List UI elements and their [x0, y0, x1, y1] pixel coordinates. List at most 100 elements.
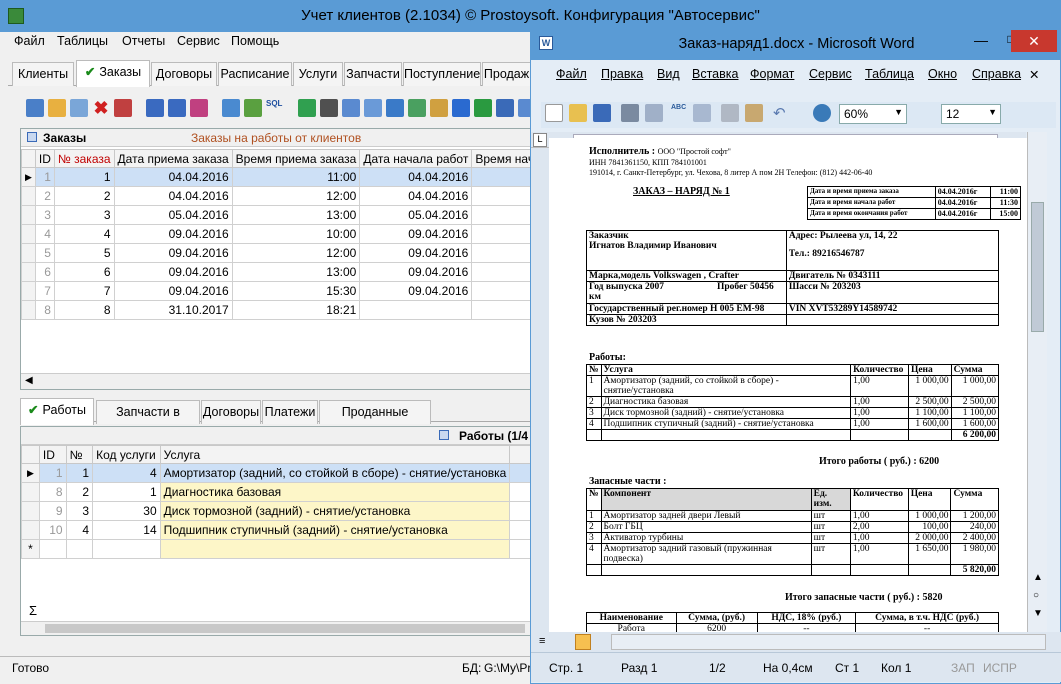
tab-parts[interactable]: Запчасти: [344, 62, 402, 86]
cell-start-date[interactable]: 09.04.2016: [359, 243, 473, 263]
zoom-select[interactable]: 60% ▼: [839, 104, 907, 124]
table-row[interactable]: 10 4 14 Подшипник ступичный (задний) - снят…: [21, 520, 539, 540]
word-menu-edit[interactable]: Правка: [601, 67, 643, 81]
cell-service-code[interactable]: 30: [92, 501, 161, 521]
new-record-icon[interactable]: [26, 99, 44, 117]
refresh-icon[interactable]: [298, 99, 316, 117]
word-menu-view[interactable]: Вид: [657, 67, 680, 81]
cell-service-code[interactable]: 14: [92, 520, 161, 540]
cell-order-time[interactable]: 15:30: [231, 281, 361, 301]
cell-order-date[interactable]: 04.04.2016: [113, 167, 233, 187]
delete-icon[interactable]: ✖: [92, 99, 110, 117]
cell-order-date[interactable]: 09.04.2016: [113, 281, 233, 301]
paste-icon[interactable]: [745, 104, 763, 122]
filter-icon[interactable]: [146, 99, 164, 117]
menu-help[interactable]: Помощь: [231, 34, 279, 48]
row-indicator[interactable]: [21, 520, 40, 540]
cell-start-date[interactable]: 09.04.2016: [359, 281, 473, 301]
cell-service-code[interactable]: 4: [92, 463, 161, 483]
menu-file[interactable]: Файл: [14, 34, 45, 48]
works-grid[interactable]: ID № Код услуги Услуга ▶ 1 1 4 Амортизатор (…: [21, 445, 539, 559]
open-icon[interactable]: [569, 104, 587, 122]
cell-order-no[interactable]: 1: [53, 167, 115, 187]
cell-start-date[interactable]: [359, 300, 473, 320]
row-indicator[interactable]: [21, 281, 36, 301]
word-menu-table[interactable]: Таблица: [865, 67, 914, 81]
table-row[interactable]: 7 7 09.04.2016 15:30 09.04.2016: [21, 281, 552, 301]
cell-id[interactable]: 3: [34, 205, 55, 225]
cell-service[interactable]: Диск тормозной (задний) - снятие/установ…: [159, 501, 511, 521]
word-menu-format[interactable]: Формат: [750, 67, 794, 81]
cell-service[interactable]: Диагностика базовая: [159, 482, 511, 502]
col-service-code[interactable]: Код услуги: [92, 445, 161, 464]
cell-service[interactable]: Подшипник ступичный (задний) - снятие/ус…: [159, 520, 511, 540]
sql-icon[interactable]: SQL: [266, 99, 284, 117]
table-row[interactable]: 8 8 31.10.2017 18:21: [21, 300, 552, 320]
cell-order-no[interactable]: 7: [53, 281, 115, 301]
tab-services[interactable]: Услуги: [293, 62, 343, 86]
cell-start-date[interactable]: 04.04.2016: [359, 186, 473, 206]
hyperlink-icon[interactable]: [813, 104, 831, 122]
tab-orders[interactable]: ✔ Заказы: [76, 60, 150, 87]
status-record[interactable]: ЗАП: [951, 661, 975, 675]
import-icon[interactable]: [408, 99, 426, 117]
cell-work-no[interactable]: 2: [65, 482, 94, 502]
find-icon[interactable]: [320, 99, 338, 117]
cell-order-time[interactable]: 12:00: [231, 186, 361, 206]
cell-order-no[interactable]: 8: [53, 300, 115, 320]
col-id[interactable]: ID: [34, 149, 55, 168]
excel-export-icon[interactable]: [474, 99, 492, 117]
cell-id[interactable]: 4: [34, 224, 55, 244]
close-doc-icon[interactable]: ✕: [1029, 67, 1039, 82]
cell-order-no[interactable]: 6: [53, 262, 115, 282]
cell-empty[interactable]: [65, 539, 94, 559]
cell-order-no[interactable]: 3: [53, 205, 115, 225]
word-menu-file[interactable]: Файл: [556, 67, 587, 81]
cell-order-time[interactable]: 13:00: [231, 205, 361, 225]
edit-icon[interactable]: [48, 99, 66, 117]
vscroll-thumb[interactable]: [1031, 202, 1044, 332]
document-page[interactable]: Исполнитель : ООО "Простой софт" ИНН 784…: [549, 138, 1027, 632]
cell-order-time[interactable]: 18:21: [231, 300, 361, 320]
cell-work-id[interactable]: 10: [38, 520, 67, 540]
table-row[interactable]: 3 3 05.04.2016 13:00 05.04.2016: [21, 205, 552, 225]
table-row[interactable]: 9 3 30 Диск тормозной (задний) - снятие/уст…: [21, 501, 539, 521]
tab-clients[interactable]: Клиенты: [12, 62, 74, 86]
col-work-no[interactable]: №: [65, 445, 94, 464]
mail-icon[interactable]: [496, 99, 514, 117]
undo-icon[interactable]: ↶: [773, 104, 791, 122]
orders-hscrollbar[interactable]: ◀: [21, 373, 537, 389]
vertical-ruler[interactable]: [531, 148, 549, 636]
cell-work-no[interactable]: 3: [65, 501, 94, 521]
delete-all-icon[interactable]: [114, 99, 132, 117]
word-menu-tools[interactable]: Сервис: [809, 67, 852, 81]
row-indicator[interactable]: [21, 501, 40, 521]
export-icon[interactable]: [386, 99, 404, 117]
row-indicator[interactable]: [21, 186, 36, 206]
cell-order-no[interactable]: 4: [53, 224, 115, 244]
tab-receipts[interactable]: Поступление: [403, 62, 481, 86]
copy-icon[interactable]: [721, 104, 739, 122]
next-page-icon[interactable]: ▼: [1033, 608, 1043, 619]
normal-view-icon[interactable]: ≡: [539, 635, 545, 647]
copy-icon[interactable]: [70, 99, 88, 117]
cell-empty[interactable]: [92, 539, 161, 559]
cell-work-no[interactable]: 4: [65, 520, 94, 540]
cell-work-id[interactable]: 1: [38, 463, 67, 483]
cell-order-date[interactable]: 09.04.2016: [113, 262, 233, 282]
cell-work-id[interactable]: 9: [38, 501, 67, 521]
report-icon[interactable]: [430, 99, 448, 117]
word-menu-window[interactable]: Окно: [928, 67, 957, 81]
font-size-select[interactable]: 12 ▼: [941, 104, 1001, 124]
menu-reports[interactable]: Отчеты: [122, 34, 165, 48]
tab-contracts[interactable]: Договоры: [151, 62, 217, 86]
filter-remove-icon[interactable]: [190, 99, 208, 117]
word-vscrollbar[interactable]: ▲ ○ ▼: [1027, 132, 1047, 632]
row-indicator[interactable]: ▶: [21, 167, 36, 187]
orders-grid[interactable]: ID № заказа Дата приема заказа Время при…: [21, 149, 552, 320]
print-layout-icon[interactable]: [575, 634, 591, 650]
row-indicator[interactable]: [21, 300, 36, 320]
print-icon[interactable]: [621, 104, 639, 122]
cell-start-date[interactable]: 09.04.2016: [359, 262, 473, 282]
cell-empty[interactable]: [159, 539, 511, 559]
